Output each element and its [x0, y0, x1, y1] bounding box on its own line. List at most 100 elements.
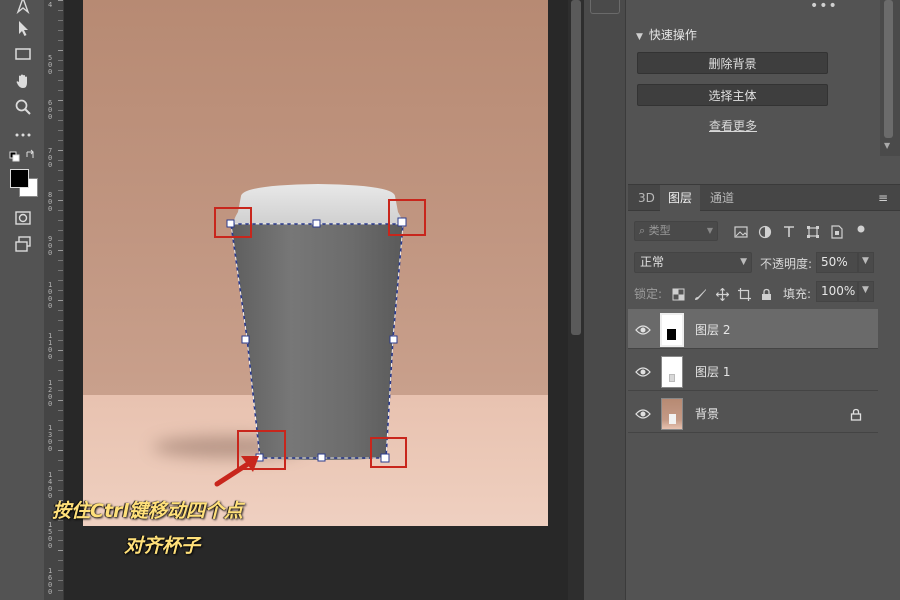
annotation-line-1: 按住Ctrl键移动四个点	[52, 500, 243, 522]
layer-name: 背景	[695, 407, 720, 421]
scroll-down-icon[interactable]: ▼	[884, 141, 890, 150]
layer-thumbnail	[660, 313, 684, 347]
layer-name: 图层 2	[695, 323, 731, 337]
ruler-tick	[44, 30, 63, 31]
filter-type-label: 类型	[648, 224, 671, 237]
tab-layers[interactable]: 图层	[660, 185, 701, 211]
lock-move-icon[interactable]	[715, 286, 730, 302]
layer-name: 图层 1	[695, 365, 731, 379]
ruler-label: 1 3 0 0	[48, 424, 53, 453]
lock-artboard-icon[interactable]	[738, 286, 751, 301]
smart-object-filter-icon[interactable]	[830, 224, 844, 239]
swap-colors-icon[interactable]	[8, 148, 38, 164]
opacity-dropdown[interactable]: ▼	[858, 252, 874, 273]
canvas-scroll-thumb[interactable]	[571, 0, 581, 335]
ruler-tick	[44, 560, 63, 561]
rectangle-icon[interactable]	[12, 43, 34, 65]
chevron-down-icon: ▼	[862, 256, 869, 266]
ruler-tick	[44, 270, 63, 271]
quick-mask-icon[interactable]	[12, 207, 34, 229]
ruler-label: 8 0 0	[48, 191, 53, 213]
type-filter-icon[interactable]	[782, 224, 796, 238]
ruler-label: 4	[48, 1, 53, 9]
ruler-tick	[44, 130, 63, 131]
eye-icon[interactable]	[635, 364, 651, 378]
layer-row-background[interactable]: 背景	[628, 393, 878, 433]
collapsed-panel-button[interactable]	[590, 0, 620, 14]
cup-body	[231, 224, 403, 460]
ruler-tick	[44, 310, 63, 311]
see-more-link[interactable]: 查看更多	[709, 117, 757, 134]
collapsed-panel-strip	[584, 0, 626, 600]
ruler-tick	[44, 0, 63, 1]
eye-icon[interactable]	[635, 322, 651, 336]
ruler-label: 9 0 0	[48, 235, 53, 257]
color-swatches-icon[interactable]	[9, 168, 41, 200]
ruler-tick	[44, 190, 63, 191]
ruler-tick	[44, 410, 63, 411]
ruler-tick	[44, 230, 63, 231]
ruler-tick	[44, 80, 63, 81]
fill-dropdown[interactable]: ▼	[858, 281, 874, 302]
photoshop-window: 4 5 0 0 6 0 0 7 0 0 8 0 0 9 0 0 1 0 0 0 1 1 0 0…	[0, 0, 900, 600]
chevron-down-icon: ▼	[706, 226, 713, 235]
layer-thumbnail	[661, 398, 683, 430]
more-tools-icon[interactable]	[12, 123, 34, 145]
more-options-icon[interactable]: •••	[810, 0, 838, 14]
opacity-input[interactable]: 50%	[816, 252, 858, 273]
tab-3d[interactable]: 3D	[630, 185, 663, 211]
ruler-label: 6 0 0	[48, 99, 53, 121]
pixel-filter-icon[interactable]	[734, 224, 748, 238]
blend-mode-select[interactable]: 正常 ▼	[634, 252, 752, 273]
quick-actions-header[interactable]: ▼ 快速操作	[636, 26, 697, 43]
opacity-label: 不透明度:	[760, 257, 813, 271]
chevron-down-icon[interactable]: ▼	[636, 32, 643, 42]
canvas-vertical-scrollbar[interactable]	[568, 0, 584, 600]
lock-brush-icon[interactable]	[694, 286, 707, 300]
layer-filter-row: ⌕ 类型 ▼	[628, 219, 900, 243]
cup-artwork	[214, 184, 407, 487]
quick-panel-scrollbar[interactable]: ▼	[880, 0, 900, 156]
document-canvas[interactable]: 按住Ctrl键移动四个点 对齐杯子	[52, 0, 568, 600]
layer-row-layer-1[interactable]: 图层 1	[628, 351, 878, 391]
ruler-tick	[44, 320, 63, 321]
pen-icon[interactable]	[12, 0, 34, 16]
shape-filter-icon[interactable]	[806, 224, 820, 238]
select-subject-button[interactable]: 选择主体	[637, 84, 828, 106]
eye-icon[interactable]	[635, 406, 651, 420]
ruler-tick	[44, 10, 63, 11]
ruler-tick	[44, 220, 63, 221]
foreground-color-swatch[interactable]	[10, 169, 29, 188]
adjustment-filter-icon[interactable]	[758, 224, 772, 239]
ruler-tick	[44, 20, 63, 21]
ruler-tick	[44, 460, 63, 461]
lock-icon[interactable]	[850, 406, 862, 421]
screen-mode-icon[interactable]	[12, 233, 34, 255]
ruler-tick	[44, 370, 63, 371]
blend-mode-value: 正常	[640, 255, 665, 269]
fill-input[interactable]: 100%	[816, 281, 858, 302]
ruler-label: 5 0 0	[48, 54, 53, 76]
highlight-top-right	[388, 199, 426, 236]
tab-channels[interactable]: 通道	[702, 185, 742, 211]
layers-empty-area	[628, 439, 900, 600]
tools-panel	[0, 0, 44, 600]
path-select-icon[interactable]	[12, 17, 34, 39]
layer-filter-select[interactable]: ⌕ 类型 ▼	[634, 221, 718, 241]
panel-menu-icon[interactable]: ≡	[878, 192, 890, 204]
ruler-tick	[44, 170, 63, 171]
filter-toggle-icon[interactable]	[854, 221, 868, 235]
layer-list: 图层 2 图层 1 背景	[628, 309, 900, 439]
quick-actions-panel: ••• ▼ 快速操作 删除背景 选择主体 查看更多	[628, 0, 880, 182]
lock-transparent-icon[interactable]	[672, 286, 685, 301]
highlight-bottom-left	[237, 430, 286, 470]
layer-row-layer-2[interactable]: 图层 2	[628, 309, 878, 349]
quick-panel-scroll-thumb[interactable]	[884, 0, 893, 138]
hand-icon[interactable]	[12, 70, 34, 92]
ruler-tick	[44, 180, 63, 181]
zoom-icon[interactable]	[12, 96, 34, 118]
lock-all-icon[interactable]	[760, 286, 773, 300]
remove-background-button[interactable]: 删除背景	[637, 52, 828, 74]
ruler-tick	[44, 90, 63, 91]
chevron-down-icon: ▼	[740, 257, 747, 267]
